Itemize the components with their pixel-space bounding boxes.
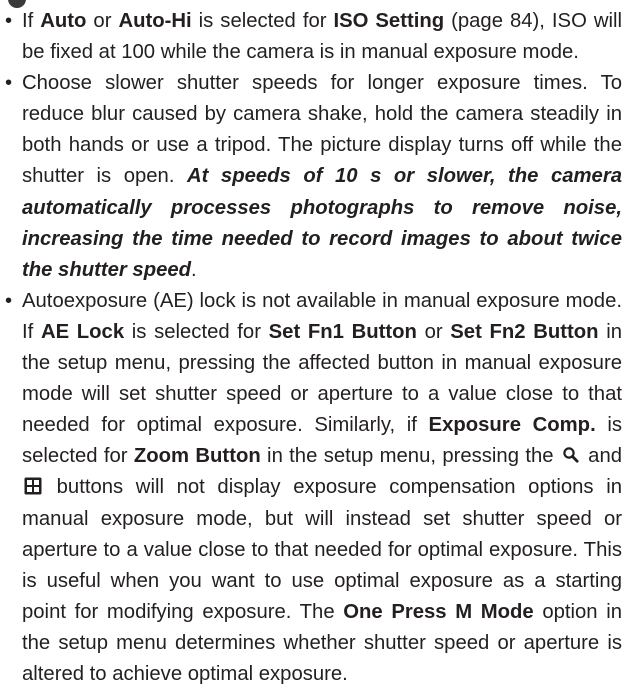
text: or	[86, 10, 119, 32]
zoom-in-magnifier-icon	[562, 443, 580, 463]
text: or	[416, 320, 451, 343]
notes-list: If Auto or Auto-Hi is selected for ISO S…	[0, 0, 636, 690]
note-iso-setting: If Auto or Auto-Hi is selected for ISO S…	[5, 6, 622, 68]
text: .	[191, 258, 197, 281]
text: in the setup menu, pressing the	[260, 445, 560, 468]
menu-term-set-fn2-button: Set Fn2 Button	[450, 320, 599, 343]
menu-term-one-press-m-mode: One Press M Mode	[343, 600, 534, 623]
text: and	[581, 445, 623, 468]
note-shutter-speed: Choose slower shutter speeds for longer …	[5, 68, 622, 286]
manual-page: If Auto or Auto-Hi is selected for ISO S…	[0, 0, 636, 685]
menu-term-iso-setting: ISO Setting	[333, 10, 445, 32]
thumbnail-grid-icon	[24, 474, 42, 495]
menu-term-zoom-button: Zoom Button	[133, 445, 261, 468]
text: is selected for	[124, 320, 269, 343]
menu-term-set-fn1-button: Set Fn1 Button	[268, 320, 417, 343]
menu-term-auto: Auto	[40, 10, 87, 32]
text: If	[22, 10, 41, 32]
menu-term-exposure-comp: Exposure Comp.	[428, 414, 596, 437]
menu-term-auto-hi: Auto-Hi	[118, 10, 192, 32]
menu-term-ae-lock: AE Lock	[40, 320, 125, 343]
note-ae-lock: Autoexposure (AE) lock is not available …	[5, 286, 623, 690]
text: is selected for	[191, 10, 334, 32]
